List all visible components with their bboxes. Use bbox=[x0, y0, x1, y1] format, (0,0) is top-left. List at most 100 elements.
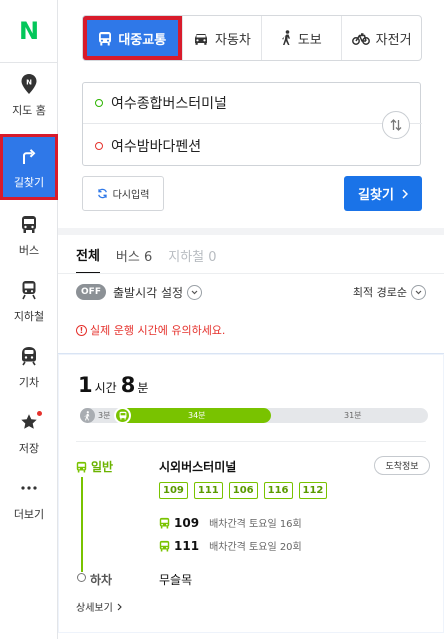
sidebar-item-label: 더보기 bbox=[13, 508, 45, 521]
alight-marker-icon bbox=[77, 573, 86, 582]
bus-number-chips: 109 111 106 116 112 bbox=[159, 482, 333, 499]
section-divider bbox=[58, 228, 444, 235]
directions-panel: 대중교통 자동차 도보 자전거 여수종합버스터미널 여수밤바다펜션 다시입력 길… bbox=[58, 0, 444, 639]
sidebar-item-label: 길찾기 bbox=[13, 176, 45, 189]
sidebar-item-train[interactable]: 기차 bbox=[0, 334, 58, 400]
car-icon bbox=[193, 32, 209, 45]
naver-logo[interactable]: N bbox=[0, 0, 58, 62]
star-icon bbox=[17, 410, 42, 434]
map-pin-icon: N bbox=[17, 72, 41, 96]
sort-dropdown[interactable]: 최적 경로순 bbox=[353, 284, 426, 300]
bus-chip[interactable]: 111 bbox=[193, 482, 223, 499]
bus-interval-info: 배차간격 토요일 16회 bbox=[209, 519, 302, 530]
svg-text:N: N bbox=[26, 79, 32, 87]
schedule-notice: ! 실제 운행 시간에 유의하세요. bbox=[76, 322, 225, 338]
mode-bike-tab[interactable]: 자전거 bbox=[341, 16, 421, 60]
bus-chip[interactable]: 116 bbox=[263, 482, 293, 499]
route-line bbox=[81, 477, 83, 572]
chevron-right-icon bbox=[402, 188, 408, 199]
chevron-right-icon bbox=[117, 603, 122, 611]
bus-number: 109 bbox=[174, 515, 200, 530]
total-duration: 1 시간 8 분 bbox=[78, 373, 152, 397]
bus-icon bbox=[76, 461, 87, 473]
walk-icon bbox=[281, 30, 292, 46]
alighting-stop[interactable]: 무슬목 bbox=[159, 571, 192, 588]
reset-button-label: 다시입력 bbox=[112, 190, 150, 201]
sidebar-item-label: 지하철 bbox=[13, 310, 45, 323]
sidebar-item-map-home[interactable]: N 지도 홈 bbox=[0, 62, 58, 128]
tab-subway[interactable]: 지하철 0 bbox=[168, 236, 216, 274]
route-timeline-bar: 3분 34분 31분 bbox=[80, 407, 428, 424]
bus-line-item[interactable]: 111 배차간격 토요일 20회 bbox=[159, 538, 302, 553]
bus-line-item[interactable]: 109 배차간격 토요일 16회 bbox=[159, 515, 302, 530]
result-divider bbox=[76, 441, 426, 442]
chevron-down-icon[interactable] bbox=[187, 284, 203, 300]
bus-icon bbox=[159, 540, 170, 552]
segment-type: 일반 bbox=[76, 458, 113, 475]
bus-icon bbox=[114, 407, 131, 424]
bus-chip[interactable]: 112 bbox=[298, 482, 328, 499]
directions-icon bbox=[17, 144, 41, 168]
mode-car-label: 자동차 bbox=[215, 32, 251, 48]
search-button-label: 길찾기 bbox=[358, 188, 394, 203]
origin-marker-icon bbox=[95, 99, 103, 107]
departure-time-label[interactable]: 출발시각 설정 bbox=[113, 284, 183, 301]
route-input-box: 여수종합버스터미널 여수밤바다펜션 bbox=[82, 82, 422, 166]
origin-value: 여수종합버스터미널 bbox=[111, 96, 227, 112]
tab-bus[interactable]: 버스 6 bbox=[116, 236, 152, 274]
timeline-rest-label: 31분 bbox=[344, 411, 362, 420]
subway-icon bbox=[17, 278, 41, 302]
notice-text: 실제 운행 시간에 유의하세요. bbox=[90, 324, 226, 337]
walk-icon bbox=[80, 408, 95, 423]
destination-value: 여수밤바다펜션 bbox=[111, 138, 202, 155]
sidebar-item-saved[interactable]: 저장 bbox=[0, 400, 58, 466]
result-filter-tabs: 전체 버스 6 지하철 0 bbox=[76, 236, 426, 274]
chevron-down-icon bbox=[411, 284, 426, 300]
mode-walk-label: 도보 bbox=[297, 32, 322, 48]
detail-view-link[interactable]: 상세보기 bbox=[76, 599, 122, 614]
duration-minutes-unit: 분 bbox=[137, 381, 149, 395]
sidebar-item-bus[interactable]: 버스 bbox=[0, 202, 58, 268]
duration-hours: 1 bbox=[78, 373, 93, 397]
sidebar-item-label: 지도 홈 bbox=[12, 104, 46, 117]
timeline-walk-label: 3분 bbox=[98, 411, 111, 420]
timeline-bus-segment: 34분 bbox=[120, 408, 271, 423]
sidebar-item-subway[interactable]: 지하철 bbox=[0, 268, 58, 334]
mode-car-tab[interactable]: 자동차 bbox=[181, 16, 262, 60]
tab-all[interactable]: 전체 bbox=[76, 236, 100, 274]
mode-walk-tab[interactable]: 도보 bbox=[261, 16, 341, 60]
sort-label: 최적 경로순 bbox=[352, 286, 407, 299]
boarding-stop[interactable]: 시외버스터미널 bbox=[159, 458, 236, 475]
transport-mode-tabs: 대중교통 자동차 도보 자전거 bbox=[82, 15, 422, 61]
mode-bike-label: 자전거 bbox=[375, 32, 412, 48]
sidebar-item-directions[interactable]: 길찾기 bbox=[0, 134, 58, 200]
bus-interval-info: 배차간격 토요일 20회 bbox=[209, 542, 302, 553]
swap-arrows-icon bbox=[389, 118, 403, 132]
bus-chip[interactable]: 106 bbox=[228, 482, 258, 499]
mode-transit-tab[interactable]: 대중교통 bbox=[83, 16, 182, 60]
destination-field[interactable]: 여수밤바다펜션 bbox=[83, 125, 373, 166]
origin-field[interactable]: 여수종합버스터미널 bbox=[83, 83, 422, 124]
train-icon bbox=[17, 344, 41, 368]
arrival-info-button[interactable]: 도착정보 bbox=[374, 456, 430, 475]
departure-time-toggle[interactable]: OFF bbox=[76, 284, 106, 300]
refresh-icon bbox=[97, 188, 108, 199]
bus-icon bbox=[17, 212, 41, 236]
timeline-bus-label: 34분 bbox=[188, 411, 206, 420]
reset-input-button[interactable]: 다시입력 bbox=[82, 176, 164, 211]
sidebar-item-more[interactable]: 더보기 bbox=[0, 466, 58, 532]
swap-route-button[interactable] bbox=[382, 111, 410, 139]
more-icon bbox=[17, 476, 41, 500]
bus-icon bbox=[98, 31, 112, 46]
detail-link-label: 상세보기 bbox=[76, 603, 113, 614]
search-route-button[interactable]: 길찾기 bbox=[344, 176, 422, 211]
bicycle-icon bbox=[351, 32, 370, 45]
sidebar-item-label: 기차 bbox=[18, 376, 40, 389]
bus-chip[interactable]: 109 bbox=[159, 482, 188, 499]
tabs-divider bbox=[58, 273, 444, 274]
duration-minutes: 8 bbox=[120, 373, 136, 397]
route-options-row: OFF 출발시각 설정 최적 경로순 bbox=[76, 281, 426, 303]
warning-icon: ! bbox=[76, 324, 87, 336]
segment-type-label: 일반 bbox=[91, 460, 114, 474]
bus-icon bbox=[159, 517, 170, 529]
